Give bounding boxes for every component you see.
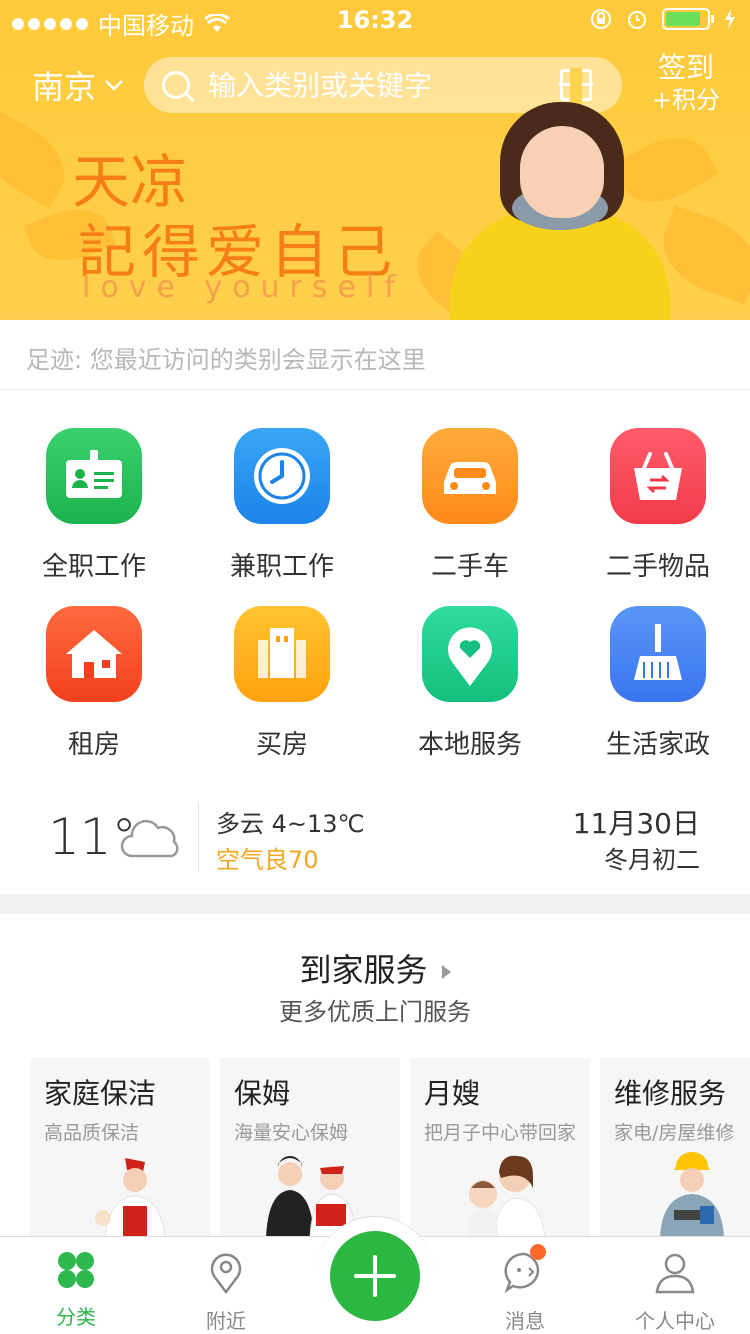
chevron-right-icon [441, 965, 451, 979]
alarm-icon [628, 11, 646, 29]
category-label: 全职工作 [41, 552, 146, 582]
weather-date: 11月30日 [572, 807, 700, 840]
cloud-icon [120, 819, 179, 858]
clock-icon [234, 428, 330, 524]
service-card-title: 保姆 [234, 1077, 291, 1110]
home-service-cards: 家庭保洁 高品质保洁 保姆 海量安心保姆 月嫂 把月子中心带回家 维修服务 家电… [30, 1058, 750, 1238]
home-service-title: 到家服务 [299, 951, 428, 989]
weather-divider [198, 802, 199, 872]
basket-icon [610, 428, 706, 524]
search-icon [162, 71, 190, 99]
section-divider [0, 894, 750, 914]
repairman-illustration [660, 1152, 724, 1238]
leaf-decoration [0, 111, 79, 209]
service-card-desc: 把月子中心带回家 [424, 1122, 577, 1144]
cleaner-illustration [95, 1158, 166, 1238]
service-card-desc: 海量安心保姆 [234, 1122, 349, 1144]
category-label: 兼职工作 [229, 552, 334, 582]
search-input[interactable] [208, 68, 548, 102]
location-pin-icon [210, 1253, 242, 1295]
service-card-repair[interactable]: 维修服务 家电/房屋维修 [600, 1058, 750, 1238]
home-service-header[interactable]: 到家服务 [0, 945, 750, 991]
scan-icon[interactable] [559, 68, 593, 104]
clover-icon [58, 1252, 94, 1288]
lunar-date: 冬月初二 [604, 846, 700, 874]
header-banner[interactable]: 中国移动 16:32 南京 签到 +积分 天凉 記得爱自己 love yours… [0, 0, 750, 320]
tab-label: 个人中心 [635, 1309, 715, 1333]
category-label: 生活家政 [605, 730, 710, 760]
weather-widget[interactable]: 11° 多云 4~13℃ 空气良70 11月30日 冬月初二 [0, 790, 750, 894]
chevron-down-icon [105, 80, 123, 91]
service-card-title: 家庭保洁 [44, 1077, 157, 1110]
banner-tagline: love yourself [82, 270, 405, 305]
house-icon [46, 606, 142, 702]
tab-label: 分类 [56, 1305, 96, 1329]
category-buy-house[interactable]: 买房 [188, 606, 376, 761]
rotation-lock-icon [591, 9, 611, 29]
tab-nearby[interactable]: 附近 [151, 1250, 301, 1334]
id-card-icon [46, 428, 142, 524]
charging-icon [725, 9, 735, 29]
mother-baby-illustration [467, 1155, 546, 1238]
category-housekeeping[interactable]: 生活家政 [564, 606, 750, 761]
building-icon [234, 606, 330, 702]
service-card-cleaning[interactable]: 家庭保洁 高品质保洁 [30, 1058, 210, 1238]
service-card-title: 月嫂 [424, 1077, 481, 1110]
checkin-label: 签到 [657, 51, 714, 84]
category-label: 本地服务 [417, 730, 522, 760]
service-card-maternity[interactable]: 月嫂 把月子中心带回家 [410, 1058, 590, 1238]
weather-description: 多云 4~13℃ [216, 810, 365, 838]
battery-icon [662, 8, 714, 30]
home-service-subtitle: 更多优质上门服务 [279, 998, 471, 1026]
tab-profile[interactable]: 个人中心 [600, 1250, 750, 1334]
category-local-service[interactable]: 本地服务 [376, 606, 564, 761]
category-used-goods[interactable]: 二手物品 [564, 428, 750, 583]
tab-messages[interactable]: 消息 [450, 1250, 600, 1334]
category-fulltime-job[interactable]: 全职工作 [0, 428, 188, 583]
category-label: 买房 [255, 730, 308, 760]
service-card-desc: 家电/房屋维修 [614, 1122, 735, 1144]
service-card-title: 维修服务 [614, 1077, 727, 1110]
category-grid: 全职工作 兼职工作 二手车 二手物品 租房 买房 本地服务 生活家政 [0, 400, 750, 770]
air-quality: 空气良70 [216, 846, 319, 874]
broom-icon [610, 606, 706, 702]
service-card-desc: 高品质保洁 [44, 1122, 140, 1144]
service-card-nanny[interactable]: 保姆 海量安心保姆 [220, 1058, 400, 1238]
status-bar: 中国移动 16:32 [0, 0, 750, 40]
map-pin-heart-icon [422, 606, 518, 702]
recent-footprint: 足迹: 您最近访问的类别会显示在这里 [0, 320, 750, 390]
category-rent[interactable]: 租房 [0, 606, 188, 761]
category-used-car[interactable]: 二手车 [376, 428, 564, 583]
tab-category[interactable]: 分类 [1, 1250, 151, 1330]
post-button[interactable] [330, 1231, 420, 1321]
city-selector[interactable]: 南京 [32, 62, 124, 108]
city-label: 南京 [32, 68, 97, 106]
tab-label: 附近 [206, 1309, 246, 1333]
notification-badge [530, 1244, 546, 1260]
category-label: 租房 [67, 730, 120, 760]
category-parttime-job[interactable]: 兼职工作 [188, 428, 376, 583]
banner-model-image [440, 98, 680, 320]
person-icon [655, 1253, 695, 1294]
category-label: 二手车 [430, 552, 509, 582]
category-label: 二手物品 [605, 552, 710, 582]
tab-label: 消息 [505, 1309, 545, 1333]
car-icon [422, 428, 518, 524]
